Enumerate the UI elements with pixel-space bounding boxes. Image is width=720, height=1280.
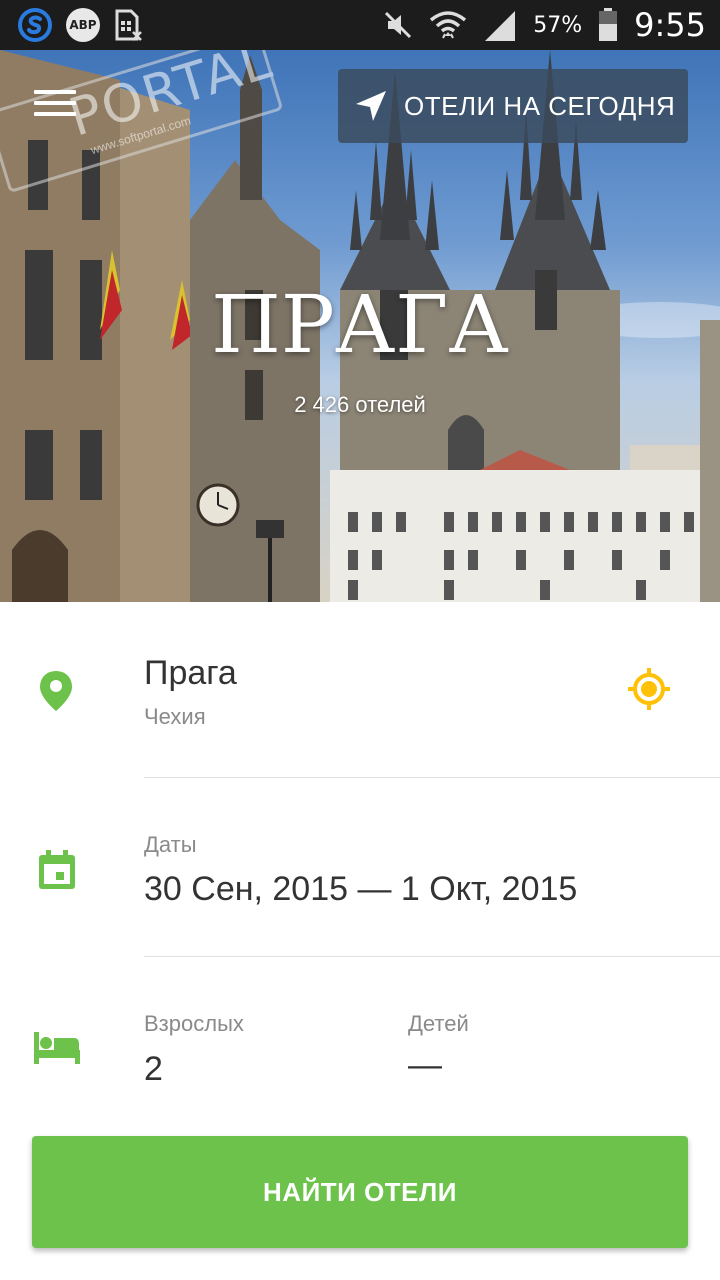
sim-card-icon xyxy=(115,9,142,41)
destination-country: Чехия xyxy=(144,704,206,729)
hotels-today-label: ОТЕЛИ НА СЕГОДНЯ xyxy=(404,90,676,121)
my-location-icon[interactable] xyxy=(626,666,672,712)
children-value: — xyxy=(408,1046,442,1084)
dates-label: Даты xyxy=(144,832,197,857)
bed-icon xyxy=(34,1032,80,1064)
calendar-icon xyxy=(39,850,75,889)
hamburger-icon xyxy=(34,90,76,94)
hero-banner: PORTAL www.softportal.com ОТЕЛИ НА СЕГОД… xyxy=(0,50,720,602)
signal-icon xyxy=(485,11,516,41)
hotel-count: 2 426 отелей xyxy=(294,392,426,417)
battery-icon xyxy=(599,8,618,41)
children-label: Детей xyxy=(408,1011,469,1036)
battery-percent: 57% xyxy=(533,12,583,38)
divider xyxy=(144,956,720,957)
menu-button[interactable] xyxy=(34,90,76,124)
clock: 9:55 xyxy=(634,6,706,44)
mute-icon xyxy=(385,11,412,39)
find-hotels-button[interactable]: НАЙТИ ОТЕЛИ xyxy=(32,1136,688,1248)
divider xyxy=(144,777,720,778)
dates-value: 30 Сен, 2015 — 1 Окт, 2015 xyxy=(144,870,578,908)
destination-city: Прага xyxy=(144,654,237,692)
hero-city-title: ПРАГА xyxy=(211,278,509,371)
hotels-today-button[interactable]: ОТЕЛИ НА СЕГОДНЯ xyxy=(338,69,688,143)
adults-value: 2 xyxy=(144,1050,163,1088)
skype-icon xyxy=(18,8,52,42)
adblock-icon: ABP xyxy=(66,8,100,42)
wifi-icon xyxy=(430,11,467,39)
navigation-arrow-icon xyxy=(356,91,386,121)
location-pin-icon xyxy=(40,671,72,711)
adults-label: Взрослых xyxy=(144,1011,244,1036)
status-bar: ABP 57% 9:55 xyxy=(0,0,720,50)
